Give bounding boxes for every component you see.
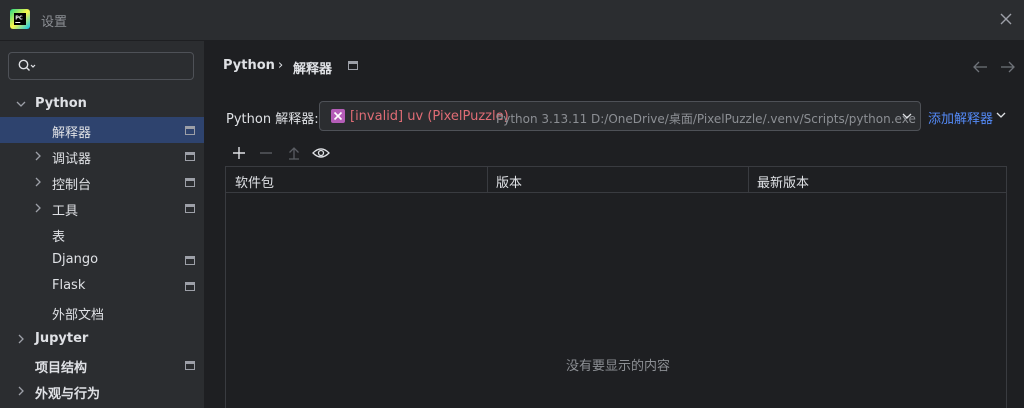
interpreter-path: Python 3.13.11 D:/OneDrive/桌面/PixelPuzzl… bbox=[496, 112, 916, 126]
sidebar-item-label: 外部文档 bbox=[52, 308, 105, 323]
sidebar-item-label: 控制台 bbox=[52, 178, 92, 193]
sidebar-item-interpreter[interactable]: 解释器 bbox=[0, 117, 204, 143]
table-header: 软件包 版本 最新版本 bbox=[226, 167, 1006, 193]
chevron-right-icon[interactable] bbox=[16, 334, 26, 344]
column-header-package[interactable]: 软件包 bbox=[235, 172, 274, 191]
add-interpreter-link[interactable]: 添加解释器 bbox=[928, 108, 993, 127]
column-header-version[interactable]: 版本 bbox=[496, 172, 522, 191]
sidebar-item-label: Jupyter bbox=[35, 331, 89, 346]
sidebar-item-python[interactable]: Python bbox=[0, 91, 204, 117]
project-settings-icon bbox=[185, 282, 195, 291]
chevron-right-icon[interactable] bbox=[16, 386, 26, 396]
sidebar-item-label: 工具 bbox=[52, 204, 79, 219]
pycharm-app-icon: PC bbox=[10, 9, 30, 29]
sidebar-item-console[interactable]: 控制台 bbox=[0, 169, 204, 195]
invalid-interpreter-icon bbox=[331, 109, 345, 123]
project-settings-icon bbox=[185, 256, 195, 265]
svg-text:PC: PC bbox=[15, 16, 23, 22]
add-icon[interactable] bbox=[231, 145, 247, 161]
sidebar-item-label: 项目结构 bbox=[35, 361, 88, 376]
chevron-down-icon[interactable] bbox=[996, 112, 1006, 119]
settings-search[interactable] bbox=[8, 52, 194, 80]
column-header-latest-version[interactable]: 最新版本 bbox=[757, 172, 809, 191]
chevron-down-icon bbox=[902, 113, 912, 119]
sidebar-item-label: Flask bbox=[52, 278, 86, 293]
sidebar-item-tables[interactable]: 表 bbox=[0, 221, 204, 247]
chevron-right-icon[interactable] bbox=[33, 177, 43, 187]
close-icon[interactable] bbox=[996, 9, 1016, 29]
remove-icon[interactable] bbox=[258, 145, 274, 161]
settings-sidebar: Python 解释器 调试器 控制台 工具 表 Django Flask 外部文… bbox=[0, 41, 205, 408]
eye-icon[interactable] bbox=[312, 145, 330, 161]
sidebar-item-label: 调试器 bbox=[52, 152, 92, 167]
sidebar-item-label: 表 bbox=[52, 230, 66, 245]
title-bar: PC 设置 bbox=[0, 0, 1024, 41]
back-arrow-icon[interactable] bbox=[972, 60, 988, 74]
interpreter-invalid-name: [invalid] uv (PixelPuzzle) bbox=[350, 109, 509, 124]
upgrade-icon[interactable] bbox=[286, 145, 302, 161]
sidebar-item-django[interactable]: Django bbox=[0, 247, 204, 273]
breadcrumb-parent[interactable]: Python bbox=[223, 58, 275, 73]
project-settings-icon bbox=[185, 204, 195, 213]
interpreter-select[interactable]: [invalid] uv (PixelPuzzle) Python 3.13.1… bbox=[319, 101, 921, 131]
window-title: 设置 bbox=[41, 15, 68, 30]
sidebar-item-project-structure[interactable]: 项目结构 bbox=[0, 352, 204, 378]
sidebar-item-label: 解释器 bbox=[52, 126, 92, 141]
sidebar-item-debugger[interactable]: 调试器 bbox=[0, 143, 204, 169]
chevron-right-icon[interactable] bbox=[33, 203, 43, 213]
search-icon bbox=[18, 59, 36, 71]
packages-table[interactable]: 软件包 版本 最新版本 没有要显示的内容 bbox=[225, 166, 1007, 408]
interpreter-label: Python 解释器: bbox=[226, 112, 319, 127]
project-settings-icon bbox=[185, 361, 195, 370]
sidebar-item-tools[interactable]: 工具 bbox=[0, 195, 204, 221]
project-settings-icon bbox=[348, 61, 358, 70]
sidebar-item-label: Python bbox=[35, 96, 87, 111]
chevron-down-icon[interactable] bbox=[16, 99, 26, 109]
column-divider[interactable] bbox=[487, 167, 488, 192]
breadcrumb-separator: › bbox=[278, 58, 284, 73]
chevron-right-icon[interactable] bbox=[33, 151, 43, 161]
sidebar-item-label: 外观与行为 bbox=[35, 387, 101, 402]
sidebar-item-label: Django bbox=[52, 252, 99, 267]
column-divider[interactable] bbox=[748, 167, 749, 192]
breadcrumb-current: 解释器 bbox=[293, 62, 333, 77]
sidebar-item-jupyter[interactable]: Jupyter bbox=[0, 326, 204, 352]
project-settings-icon bbox=[185, 126, 195, 135]
sidebar-item-flask[interactable]: Flask bbox=[0, 273, 204, 299]
empty-table-message: 没有要显示的内容 bbox=[566, 359, 671, 374]
sidebar-item-appearance[interactable]: 外观与行为 bbox=[0, 378, 204, 404]
project-settings-icon bbox=[185, 178, 195, 187]
search-input[interactable] bbox=[43, 57, 187, 77]
forward-arrow-icon[interactable] bbox=[1000, 60, 1016, 74]
sidebar-item-external-docs[interactable]: 外部文档 bbox=[0, 299, 204, 325]
project-settings-icon bbox=[185, 152, 195, 161]
